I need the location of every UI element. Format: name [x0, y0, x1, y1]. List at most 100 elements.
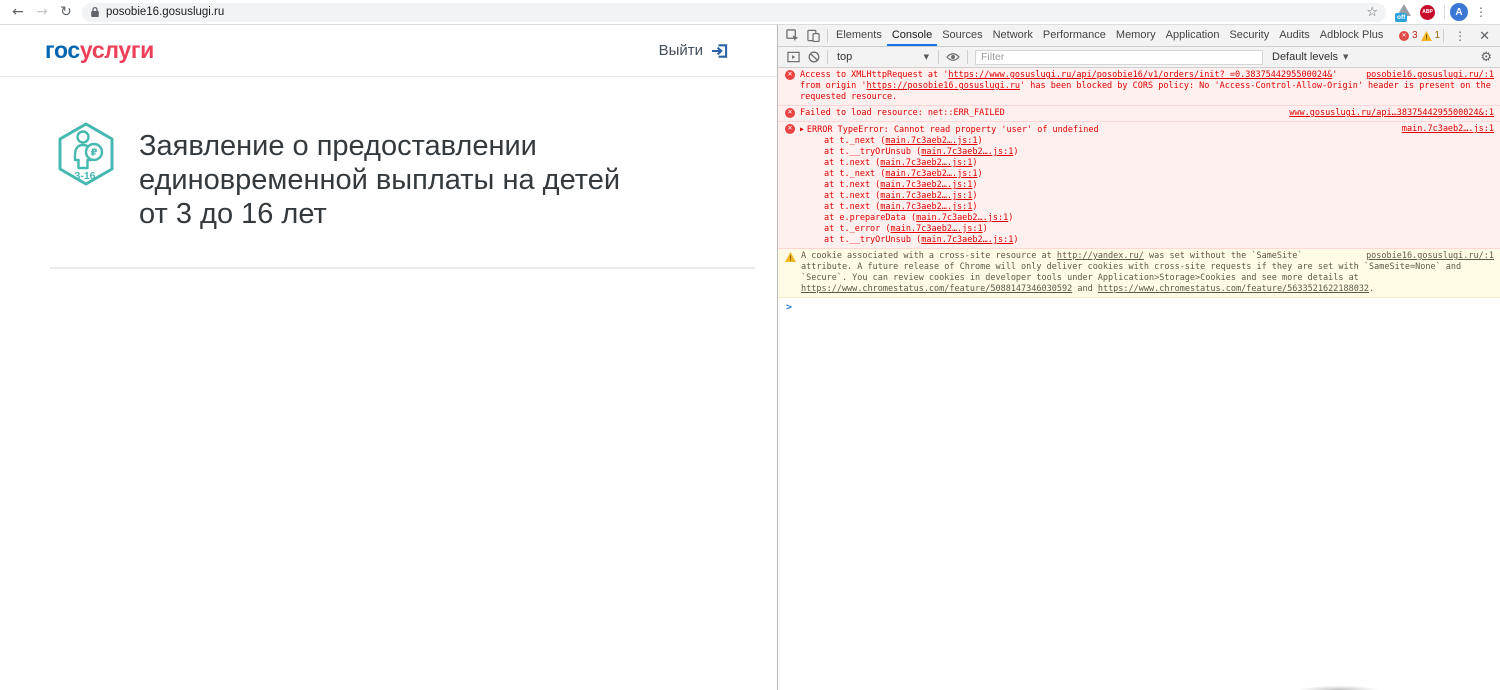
- bookmark-star-icon[interactable]: ☆: [1366, 5, 1378, 20]
- error-icon: ✕: [785, 70, 795, 80]
- error-count: 3: [1411, 30, 1418, 41]
- page-content: ₽ 3-16 Заявление о предоставлении единов…: [0, 77, 777, 231]
- live-expression-eye-icon[interactable]: [942, 52, 964, 62]
- tabbar-separator: [1443, 28, 1445, 43]
- devtools-tab-elements[interactable]: Elements: [831, 25, 887, 46]
- devtools-tab-console[interactable]: Console: [886, 25, 938, 46]
- warning-text: and: [1072, 284, 1098, 294]
- source-link[interactable]: posobie16.gosuslugi.ru/:1: [1366, 70, 1494, 81]
- logout-label: Выйти: [658, 42, 703, 59]
- error-icon: ✕: [785, 108, 795, 118]
- lock-icon: [90, 6, 100, 18]
- stack-frame: at t._next (main.7c3aeb2….js:1): [824, 169, 983, 179]
- source-link[interactable]: main.7c3aeb2….js:1: [880, 191, 972, 201]
- source-link[interactable]: main.7c3aeb2….js:1: [880, 180, 972, 190]
- filter-input[interactable]: [975, 49, 1263, 65]
- extension-icon[interactable]: off: [1395, 3, 1413, 22]
- source-link[interactable]: main.7c3aeb2….js:1: [1402, 124, 1494, 135]
- source-link[interactable]: posobie16.gosuslugi.ru/:1: [1366, 251, 1494, 262]
- source-link[interactable]: main.7c3aeb2….js:1: [885, 136, 977, 146]
- warning-badge-icon: !: [1420, 30, 1432, 41]
- devtools-close-icon[interactable]: ✕: [1473, 28, 1496, 44]
- inspect-element-icon[interactable]: [782, 29, 803, 42]
- expand-triangle-icon[interactable]: ▶: [800, 124, 804, 135]
- reload-icon[interactable]: ↻: [54, 0, 78, 24]
- logo-text-red: услуги: [79, 37, 154, 63]
- error-text: Access to XMLHttpRequest at ': [800, 70, 949, 80]
- clear-console-icon[interactable]: [804, 51, 824, 63]
- devtools-tab-performance[interactable]: Performance: [1038, 25, 1111, 46]
- source-link[interactable]: main.7c3aeb2….js:1: [891, 224, 983, 234]
- source-link[interactable]: www.gosuslugi.ru/api…3837544295500024&:1: [1289, 108, 1494, 119]
- gosuslugi-logo[interactable]: госуслуги: [45, 37, 154, 64]
- page-title-line: Заявление о предоставлении: [139, 130, 537, 162]
- page-title: Заявление о предоставлении единовременно…: [139, 129, 620, 231]
- settings-gear-icon[interactable]: ⚙: [1480, 50, 1495, 65]
- error-icon: ✕: [785, 124, 795, 134]
- error-badge-icon: ✕: [1398, 30, 1409, 41]
- devtools-tab-adblock-plus[interactable]: Adblock Plus: [1315, 25, 1389, 46]
- page-header: госуслуги Выйти: [0, 25, 777, 77]
- console-prompt[interactable]: >: [778, 298, 1500, 313]
- source-link[interactable]: main.7c3aeb2….js:1: [885, 169, 977, 179]
- stack-frame: at t.next (main.7c3aeb2….js:1): [824, 202, 978, 212]
- svg-text:!: !: [1425, 34, 1427, 40]
- address-bar[interactable]: posobie16.gosuslugi.ru ☆: [82, 2, 1386, 22]
- source-link[interactable]: main.7c3aeb2….js:1: [880, 158, 972, 168]
- chevron-down-icon: ▼: [923, 53, 929, 61]
- toolbar-separator: [967, 50, 968, 64]
- chromestatus-link[interactable]: https://www.chromestatus.com/feature/563…: [1098, 284, 1369, 294]
- devtools-tab-security[interactable]: Security: [1224, 25, 1274, 46]
- profile-avatar[interactable]: A: [1450, 3, 1468, 21]
- source-link[interactable]: main.7c3aeb2….js:1: [916, 213, 1008, 223]
- stack-trace: at t._next (main.7c3aeb2….js:1) at t.__tr…: [800, 136, 1494, 246]
- warning-text: A cookie associated with a cross-site re…: [801, 251, 1057, 261]
- chromestatus-link[interactable]: https://www.chromestatus.com/feature/508…: [801, 284, 1072, 294]
- content-divider: [50, 267, 755, 269]
- browser-toolbar: ← → ↻ posobie16.gosuslugi.ru ☆ off ABP A…: [0, 0, 1500, 25]
- tabbar-separator: [827, 28, 828, 43]
- console-warning-cookie: ! posobie16.gosuslugi.ru/:1 A cookie ass…: [778, 249, 1500, 298]
- context-selector[interactable]: top ▼: [831, 51, 935, 63]
- stack-frame: at t.__tryOrUnsub (main.7c3aeb2….js:1): [824, 147, 1019, 157]
- stack-frame: at t.next (main.7c3aeb2….js:1): [824, 158, 978, 168]
- log-levels-label: Default levels: [1272, 51, 1339, 63]
- yandex-link[interactable]: http://yandex.ru/: [1057, 251, 1144, 261]
- page-title-line: единовременной выплаты на детей: [139, 164, 621, 196]
- stack-frame: at t.next (main.7c3aeb2….js:1): [824, 191, 978, 201]
- exit-icon: [711, 43, 728, 59]
- chevron-down-icon: ▼: [1343, 53, 1349, 61]
- stack-frame: at t._next (main.7c3aeb2….js:1): [824, 136, 983, 146]
- stack-frame: at t.next (main.7c3aeb2….js:1): [824, 180, 978, 190]
- log-levels-dropdown[interactable]: Default levels ▼: [1272, 51, 1348, 63]
- back-icon[interactable]: ←: [6, 0, 30, 24]
- devtools-menu-icon[interactable]: ⋮: [1447, 29, 1473, 43]
- console-badges[interactable]: ✕ 3 ! 1: [1398, 30, 1440, 41]
- forward-icon[interactable]: →: [30, 0, 54, 24]
- scrollbar-shadow: [1283, 684, 1395, 690]
- toolbar-separator: [827, 50, 828, 64]
- console-error-cors: ✕ posobie16.gosuslugi.ru/:1 Access to XM…: [778, 68, 1500, 106]
- origin-url-link[interactable]: https://posobie16.gosuslugi.ru: [867, 81, 1021, 91]
- console-output: ✕ posobie16.gosuslugi.ru/:1 Access to XM…: [778, 68, 1500, 690]
- extension-off-badge: off: [1395, 13, 1408, 22]
- devtools-tab-memory[interactable]: Memory: [1111, 25, 1161, 46]
- devtools-tab-sources[interactable]: Sources: [937, 25, 987, 46]
- url-text: posobie16.gosuslugi.ru: [106, 6, 225, 18]
- prompt-chevron-icon: >: [786, 302, 793, 313]
- source-link[interactable]: main.7c3aeb2….js:1: [921, 235, 1013, 245]
- source-link[interactable]: main.7c3aeb2….js:1: [880, 202, 972, 212]
- service-badge-icon: ₽ 3-16: [57, 122, 115, 231]
- console-sidebar-toggle-icon[interactable]: [783, 51, 804, 63]
- adblock-plus-icon[interactable]: ABP: [1420, 4, 1435, 20]
- devtools-tab-network[interactable]: Network: [988, 25, 1038, 46]
- browser-menu-icon[interactable]: ⋮: [1468, 5, 1494, 19]
- stack-frame: at t._error (main.7c3aeb2….js:1): [824, 224, 988, 234]
- device-toolbar-icon[interactable]: [803, 29, 824, 42]
- request-url-link[interactable]: https://www.gosuslugi.ru/api/posobie16/v…: [948, 70, 1332, 80]
- source-link[interactable]: main.7c3aeb2….js:1: [921, 147, 1013, 157]
- logout-link[interactable]: Выйти: [659, 42, 728, 59]
- devtools-tab-application[interactable]: Application: [1161, 25, 1225, 46]
- devtools-tab-audits[interactable]: Audits: [1274, 25, 1315, 46]
- stack-frame: at e.prepareData (main.7c3aeb2….js:1): [824, 213, 1014, 223]
